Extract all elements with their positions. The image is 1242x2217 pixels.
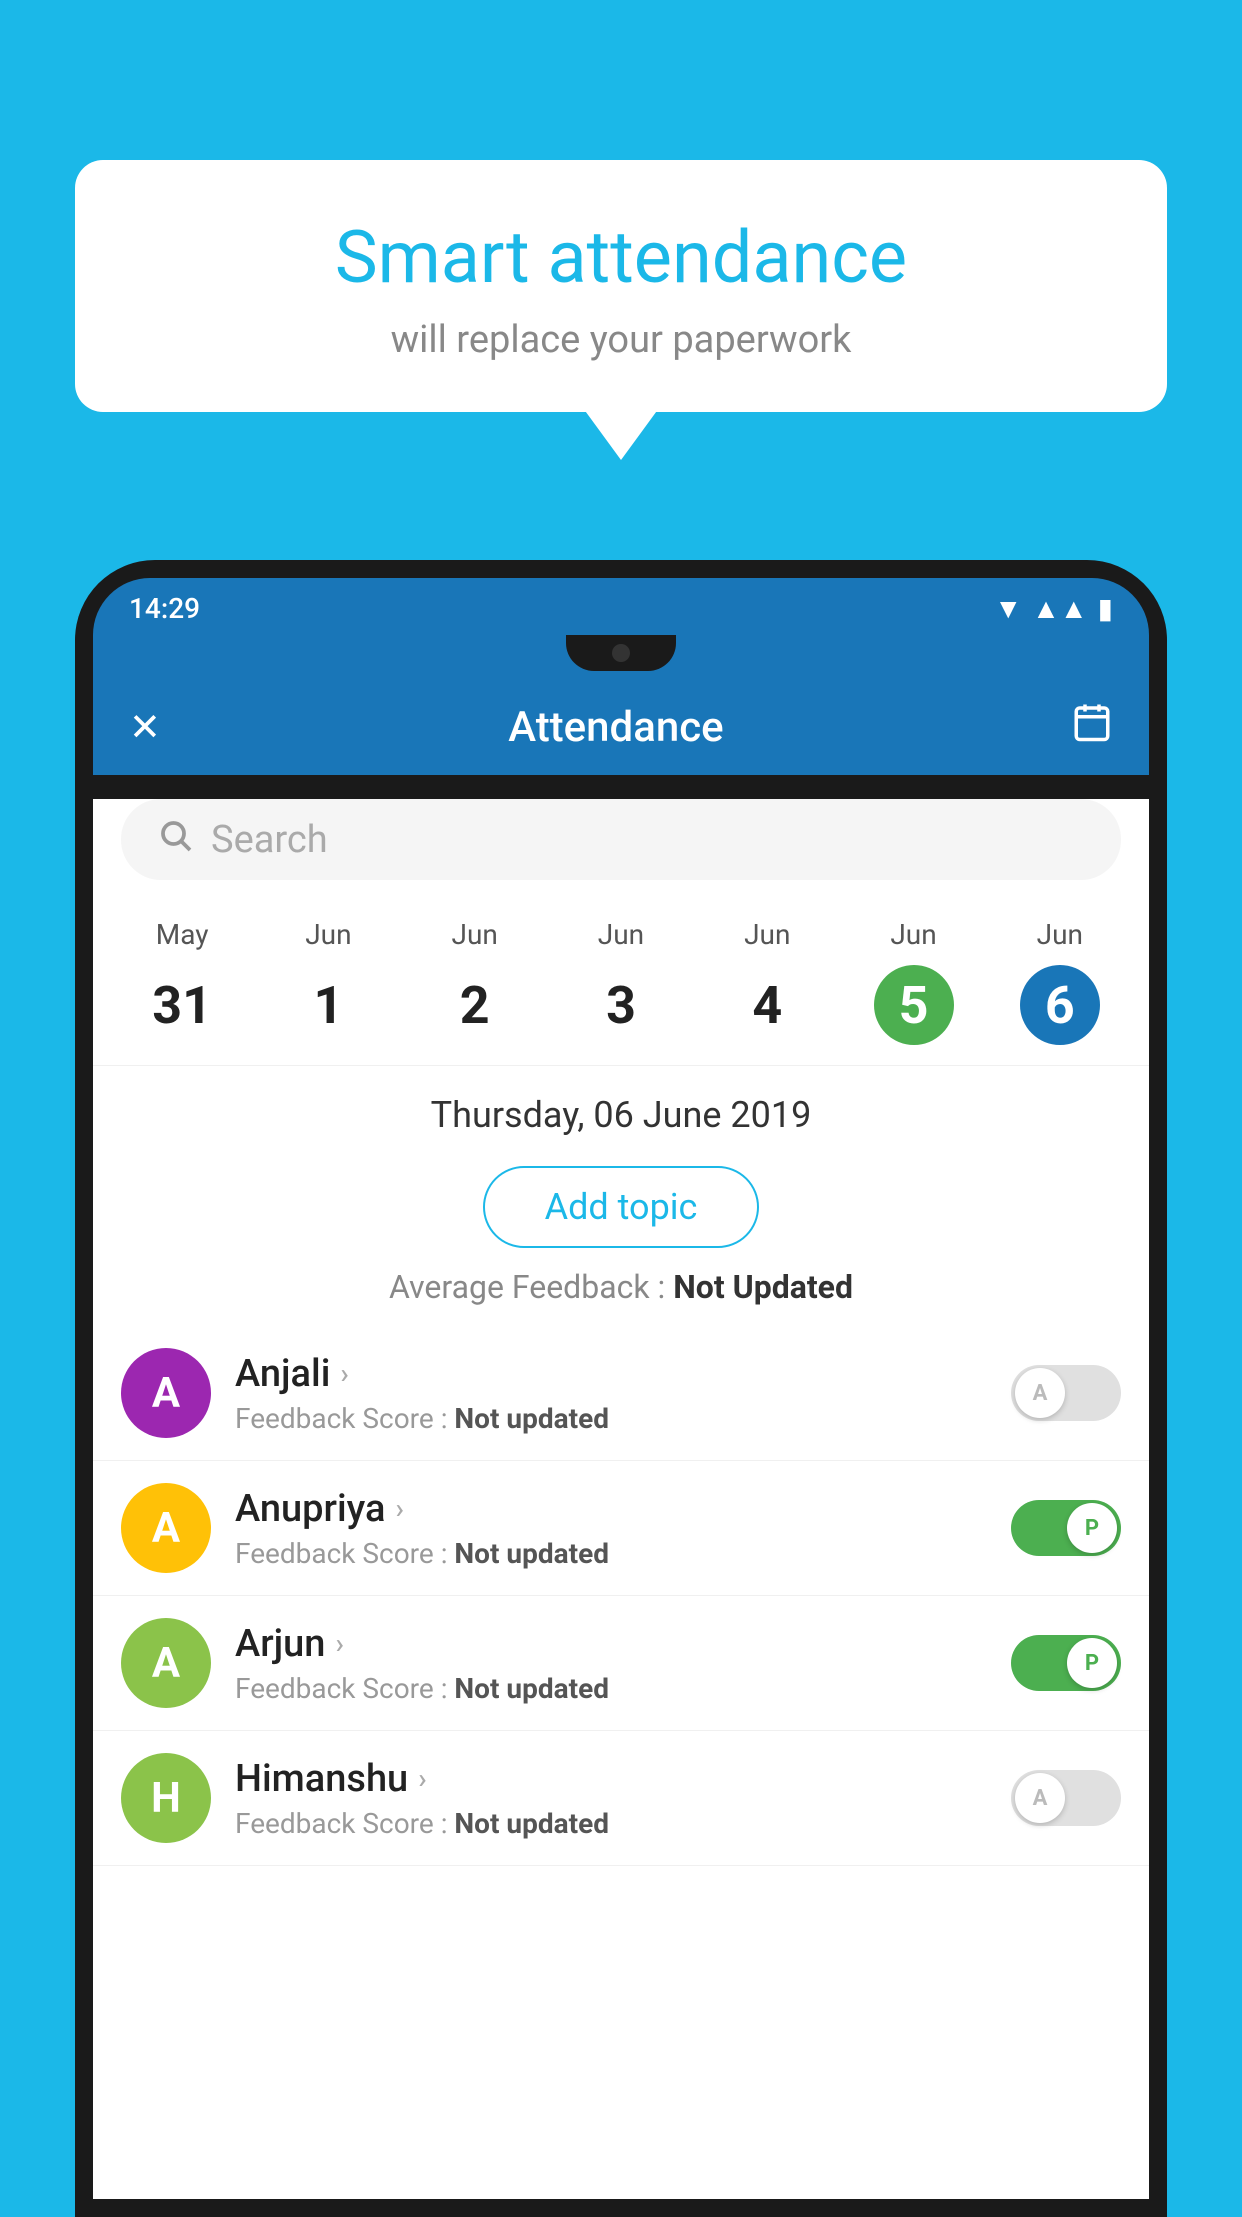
student-arrow: › [418, 1762, 426, 1795]
calendar-strip: May 31 Jun 1 Jun 2 Jun 3 Jun 4 Jun 5 Jun 6 [93, 896, 1149, 1066]
status-icons: ▼ ▲▲ ▮ [994, 592, 1113, 625]
notch-bar [93, 635, 1149, 679]
add-topic-button[interactable]: Add topic [483, 1166, 760, 1248]
calendar-icon[interactable] [1071, 701, 1113, 753]
phone-frame: 14:29 ▼ ▲▲ ▮ ✕ Attendance [75, 560, 1167, 2217]
cal-date-label: 4 [727, 965, 807, 1045]
status-bar: 14:29 ▼ ▲▲ ▮ [93, 578, 1149, 635]
student-arrow: › [335, 1627, 343, 1660]
student-avatar: A [121, 1483, 211, 1573]
attendance-toggle[interactable]: P [1011, 1500, 1121, 1556]
app-header: ✕ Attendance [93, 679, 1149, 775]
cal-date-label: 31 [142, 965, 222, 1045]
student-name: Himanshu › [235, 1757, 987, 1801]
app-title: Attendance [508, 703, 723, 752]
toggle-knob: P [1067, 1638, 1117, 1688]
speech-subtitle: will replace your paperwork [135, 318, 1107, 362]
speech-title: Smart attendance [135, 215, 1107, 300]
student-item[interactable]: A Arjun › Feedback Score : Not updated P [93, 1596, 1149, 1731]
cal-date-label: 1 [288, 965, 368, 1045]
notch [566, 635, 676, 671]
student-info: Anupriya › Feedback Score : Not updated [235, 1487, 987, 1570]
student-avatar: A [121, 1348, 211, 1438]
feedback-value: Not updated [454, 1807, 609, 1840]
close-button[interactable]: ✕ [129, 705, 161, 750]
avg-feedback-value: Not Updated [673, 1268, 853, 1306]
cal-month-label: Jun [305, 918, 351, 951]
phone-frame-container: 14:29 ▼ ▲▲ ▮ ✕ Attendance [75, 560, 1167, 2208]
selected-date: Thursday, 06 June 2019 [93, 1066, 1149, 1146]
wifi-icon: ▼ [994, 592, 1022, 625]
calendar-day[interactable]: Jun 5 [860, 908, 968, 1065]
search-icon [157, 817, 193, 862]
calendar-day[interactable]: Jun 2 [421, 908, 529, 1065]
student-name: Anupriya › [235, 1487, 987, 1531]
status-time: 14:29 [129, 592, 200, 625]
student-feedback: Feedback Score : Not updated [235, 1537, 987, 1570]
student-info: Arjun › Feedback Score : Not updated [235, 1622, 987, 1705]
student-arrow: › [340, 1357, 348, 1390]
student-info: Anjali › Feedback Score : Not updated [235, 1352, 987, 1435]
student-feedback: Feedback Score : Not updated [235, 1807, 987, 1840]
student-name: Arjun › [235, 1622, 987, 1666]
attendance-toggle[interactable]: A [1011, 1770, 1121, 1826]
cal-date-label: 3 [581, 965, 661, 1045]
signal-icon: ▲▲ [1032, 592, 1087, 625]
speech-bubble: Smart attendance will replace your paper… [75, 160, 1167, 412]
student-item[interactable]: A Anupriya › Feedback Score : Not updated P [93, 1461, 1149, 1596]
student-item[interactable]: H Himanshu › Feedback Score : Not updated A [93, 1731, 1149, 1866]
cal-month-label: May [156, 918, 209, 951]
avg-feedback: Average Feedback : Not Updated [93, 1268, 1149, 1306]
cal-month-label: Jun [598, 918, 644, 951]
student-name: Anjali › [235, 1352, 987, 1396]
feedback-value: Not updated [454, 1672, 609, 1705]
calendar-day[interactable]: Jun 1 [274, 908, 382, 1065]
app-content: Search May 31 Jun 1 Jun 2 Jun 3 Jun 4 Jun 5 Jun 6 Thu… [93, 799, 1149, 2199]
cal-month-label: Jun [744, 918, 790, 951]
student-item[interactable]: A Anjali › Feedback Score : Not updated A [93, 1326, 1149, 1461]
battery-icon: ▮ [1098, 592, 1113, 625]
cal-month-label: Jun [452, 918, 498, 951]
calendar-day[interactable]: May 31 [128, 908, 236, 1065]
camera [612, 644, 630, 662]
avg-feedback-label: Average Feedback : [389, 1268, 665, 1306]
toggle-knob: P [1067, 1503, 1117, 1553]
student-avatar: H [121, 1753, 211, 1843]
feedback-value: Not updated [454, 1402, 609, 1435]
student-info: Himanshu › Feedback Score : Not updated [235, 1757, 987, 1840]
attendance-toggle[interactable]: P [1011, 1635, 1121, 1691]
student-arrow: › [395, 1492, 403, 1525]
toggle-knob: A [1015, 1368, 1065, 1418]
search-bar[interactable]: Search [121, 799, 1121, 880]
student-feedback: Feedback Score : Not updated [235, 1402, 987, 1435]
calendar-day[interactable]: Jun 4 [713, 908, 821, 1065]
cal-date-label: 2 [435, 965, 515, 1045]
cal-date-label: 5 [874, 965, 954, 1045]
student-feedback: Feedback Score : Not updated [235, 1672, 987, 1705]
cal-month-label: Jun [1037, 918, 1083, 951]
cal-date-label: 6 [1020, 965, 1100, 1045]
calendar-day[interactable]: Jun 6 [1006, 908, 1114, 1065]
student-avatar: A [121, 1618, 211, 1708]
attendance-toggle[interactable]: A [1011, 1365, 1121, 1421]
calendar-day[interactable]: Jun 3 [567, 908, 675, 1065]
cal-month-label: Jun [890, 918, 936, 951]
toggle-knob: A [1015, 1773, 1065, 1823]
student-list: AAnjali ›Feedback Score : Not updatedAAA… [93, 1326, 1149, 1866]
feedback-value: Not updated [454, 1537, 609, 1570]
search-input[interactable]: Search [211, 818, 328, 862]
